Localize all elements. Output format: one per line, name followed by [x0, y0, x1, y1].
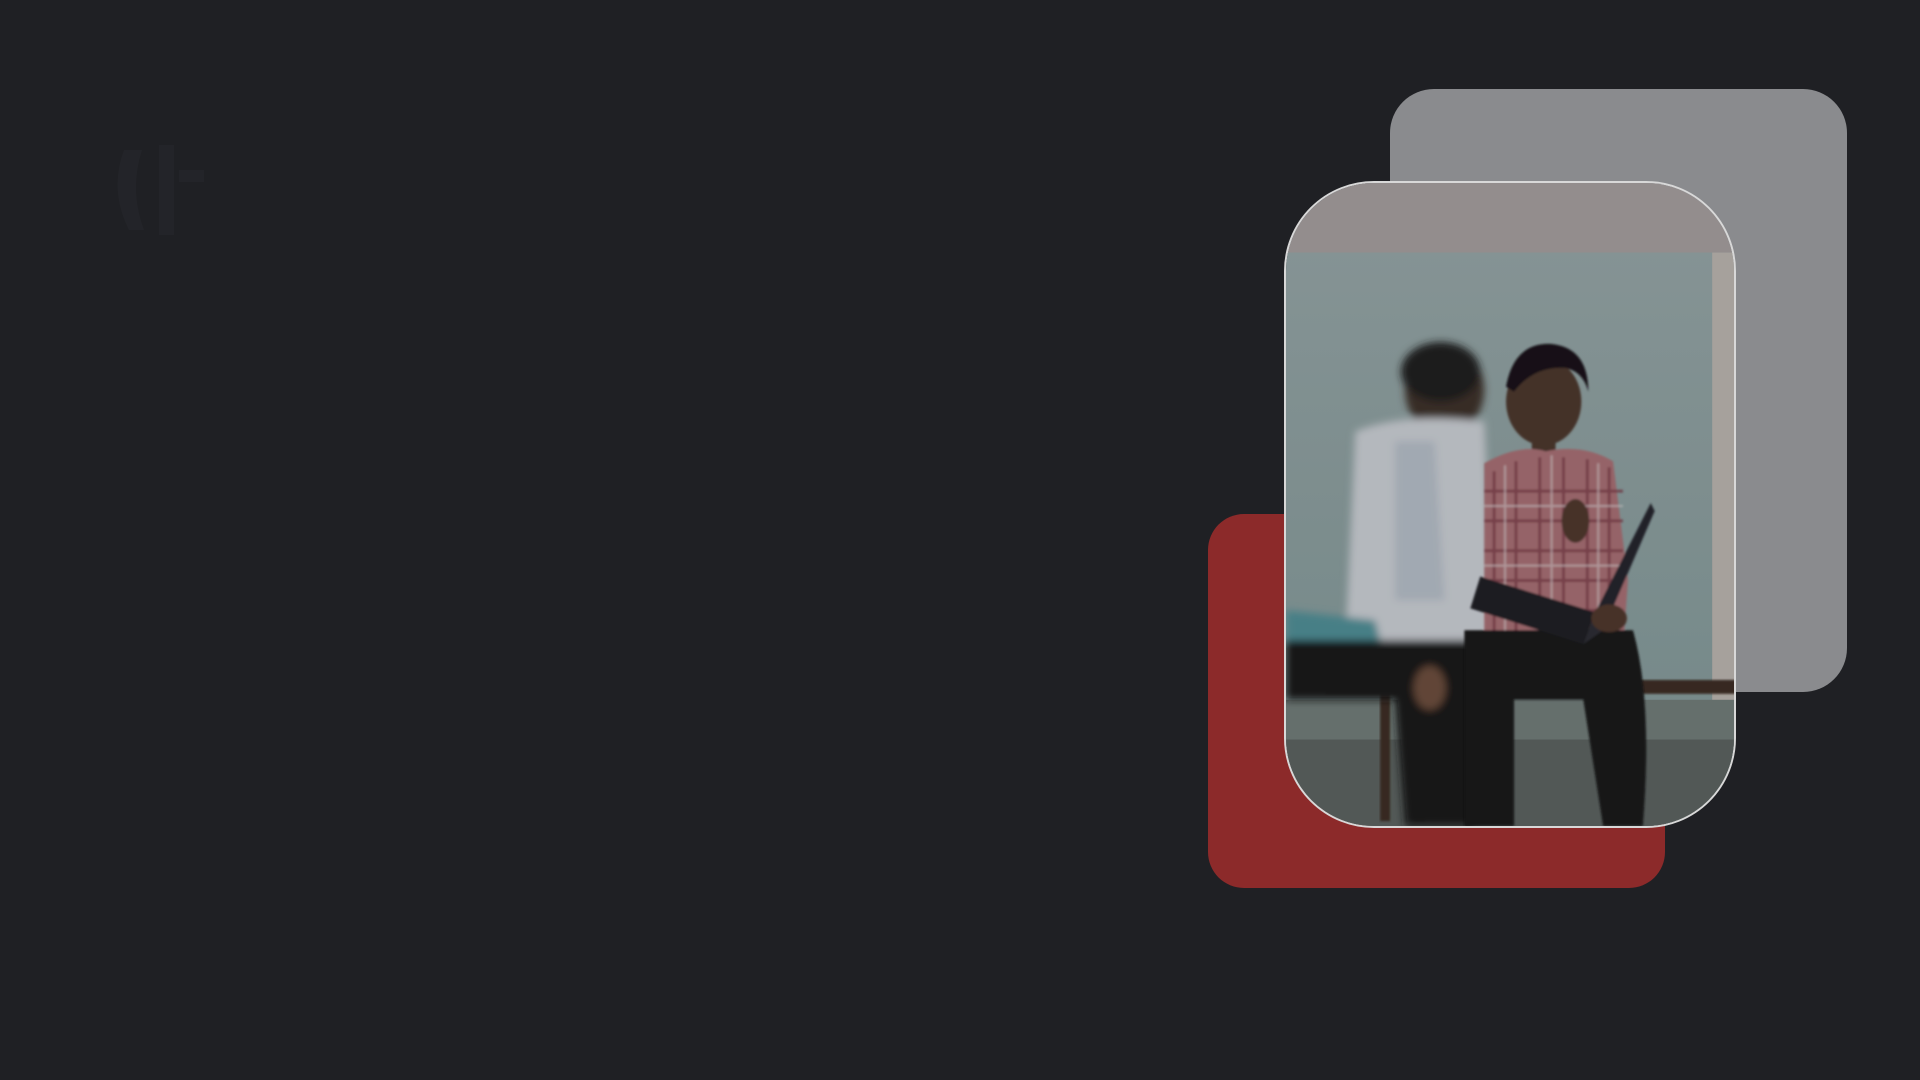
slide-canvas [0, 0, 1920, 1080]
logo-mark-icon [104, 140, 214, 240]
student-photo [1284, 181, 1736, 828]
student-photo-illustration [1286, 183, 1734, 826]
